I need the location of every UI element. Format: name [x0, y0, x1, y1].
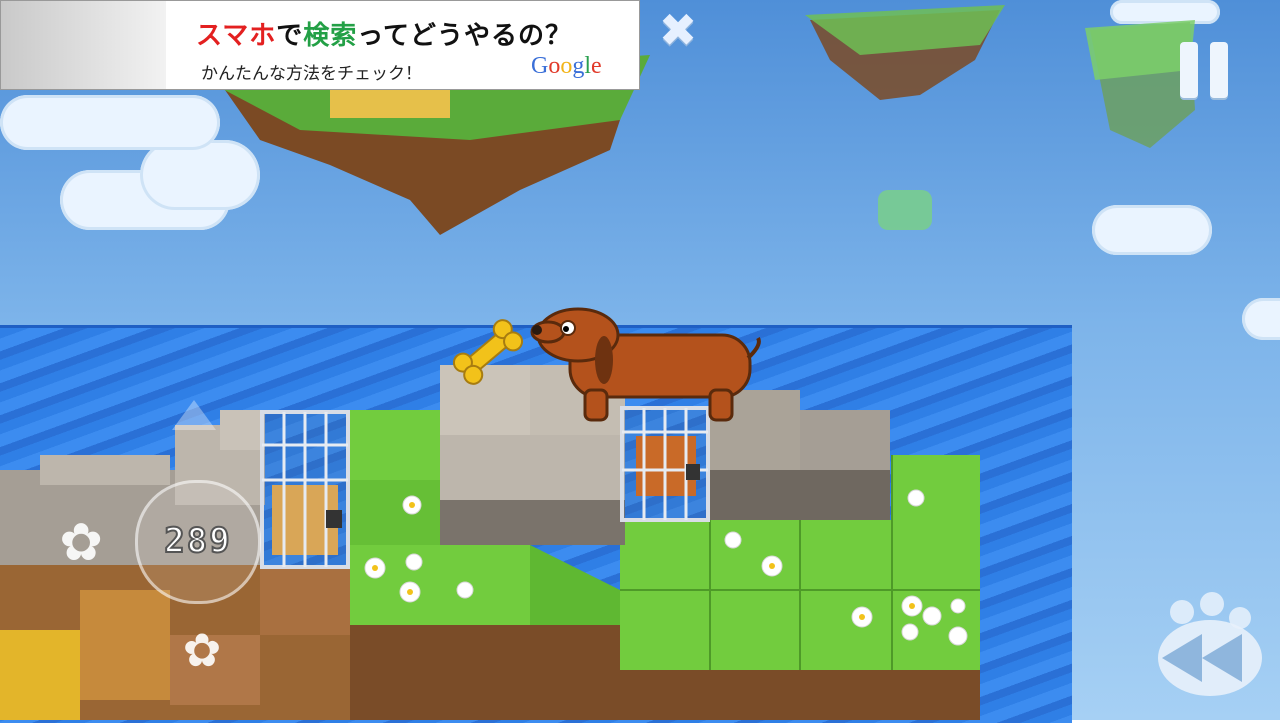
- pause-icon: [1210, 42, 1228, 98]
- paw-print-icon: ✿: [182, 623, 222, 677]
- pause-button[interactable]: [1166, 34, 1246, 106]
- close-icon: ✖: [658, 3, 698, 57]
- ad-headline: スマホで検索ってどうやるの？: [196, 15, 572, 52]
- cage-right[interactable]: [620, 406, 710, 522]
- ad-headline-part: スマホ: [196, 21, 277, 51]
- ad-close-button[interactable]: ✖: [648, 4, 708, 58]
- brand-letter: g: [572, 53, 585, 79]
- brand-letter: l: [584, 53, 592, 79]
- brand-letter: o: [560, 53, 573, 79]
- paw-print-icon: ✿: [59, 513, 103, 573]
- move-counter-value: 289: [163, 520, 232, 562]
- brand-letter: G: [531, 53, 549, 79]
- ad-brand-logo: Google: [531, 53, 602, 80]
- ad-headline-part: ってどうやるの？: [357, 21, 572, 51]
- paw-left-button[interactable]: ✿: [48, 512, 114, 574]
- move-counter: 289: [135, 480, 261, 604]
- ad-photo: [1, 1, 166, 89]
- cage-left[interactable]: [260, 410, 350, 569]
- ad-headline-part: 検索: [303, 21, 358, 51]
- pause-icon: [1180, 42, 1198, 98]
- dpad-up-arrow[interactable]: [172, 400, 216, 430]
- rewind-icon: [1158, 592, 1262, 696]
- paw-down-button[interactable]: ✿: [162, 620, 242, 680]
- brand-letter: o: [548, 53, 561, 79]
- brand-letter: e: [591, 53, 602, 79]
- ad-headline-part: で: [276, 21, 304, 51]
- level-terrain: [0, 307, 980, 720]
- ad-banner[interactable]: スマホで検索ってどうやるの？ かんたんな方法をチェック！ Google: [0, 0, 640, 90]
- rewind-button[interactable]: [1152, 590, 1264, 700]
- ad-subtext: かんたんな方法をチェック！: [201, 64, 422, 84]
